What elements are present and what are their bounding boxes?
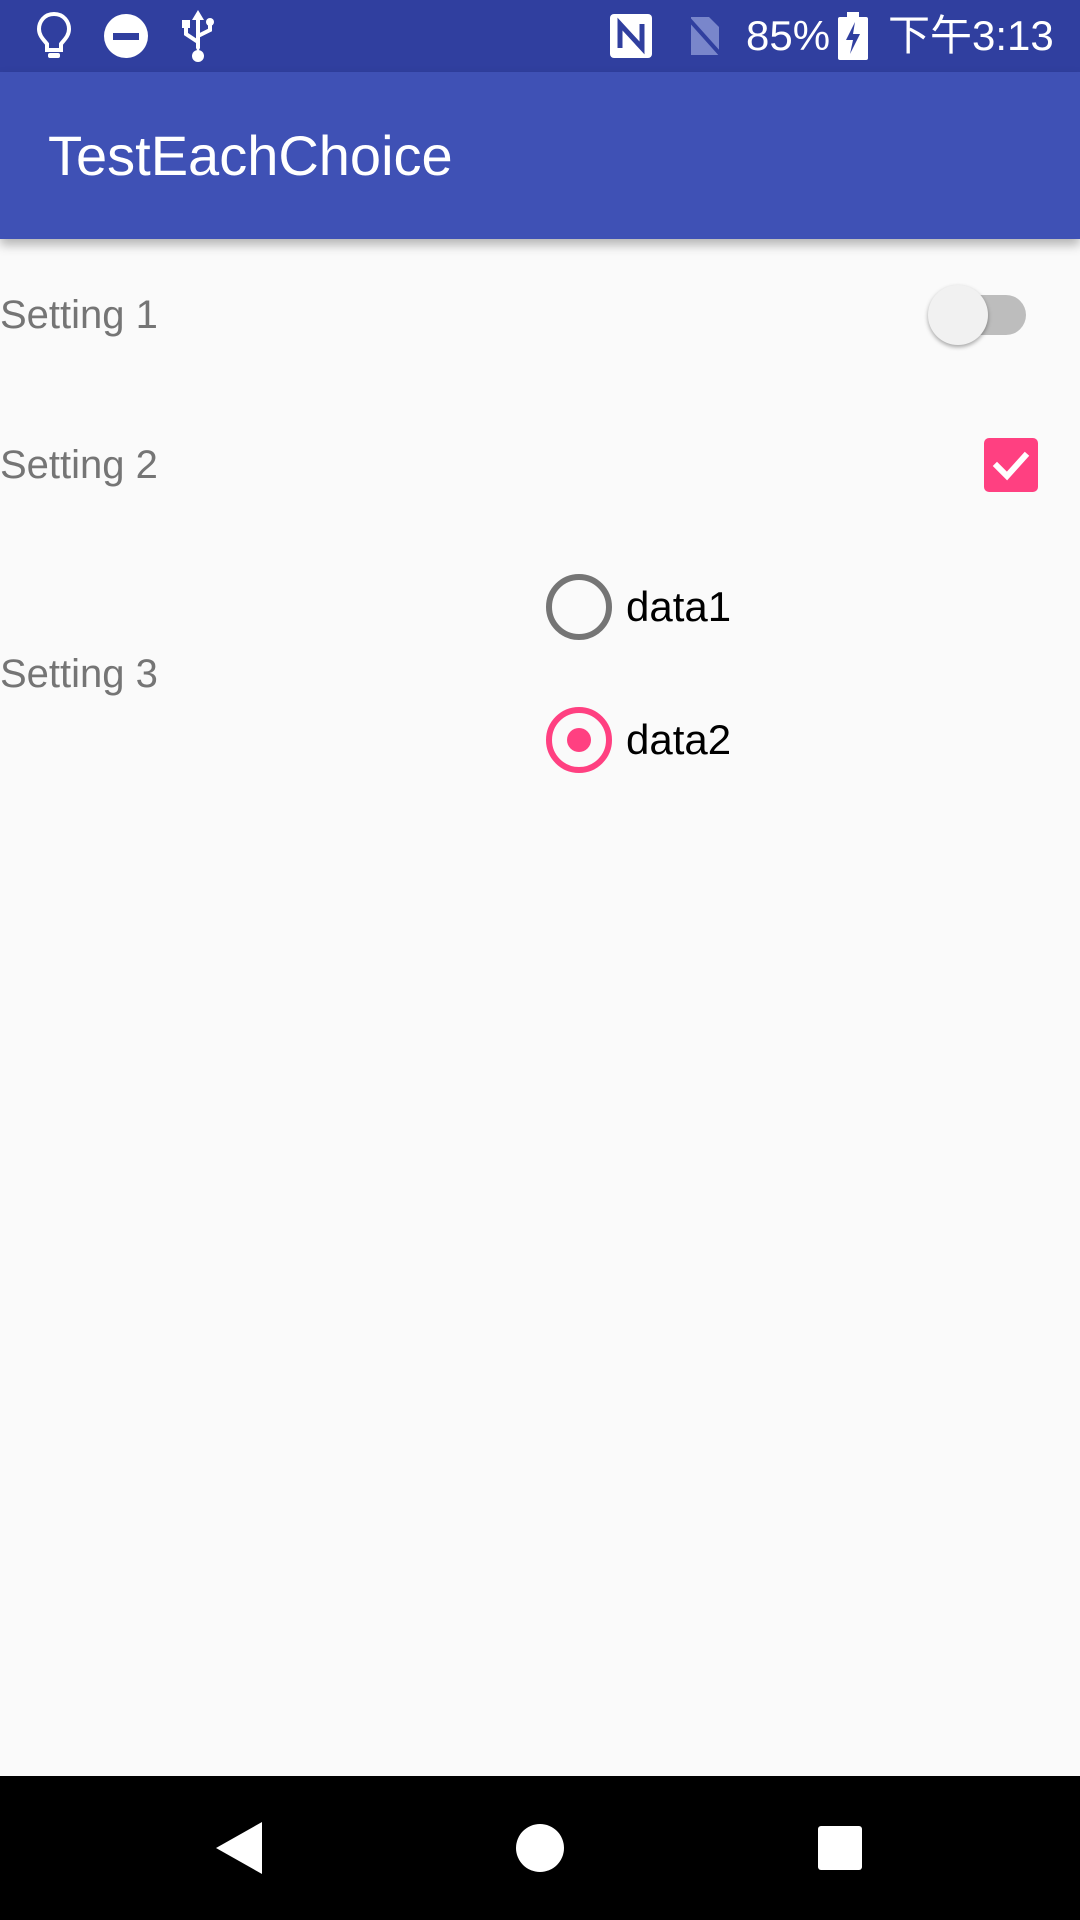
no-sim-icon [680,0,726,72]
battery-percentage: 85% [746,12,831,59]
radio-button-unchecked[interactable] [546,574,612,640]
recents-icon [818,1826,862,1870]
home-icon [516,1824,564,1872]
battery-charging-icon [836,0,870,72]
back-button[interactable] [168,1776,312,1920]
setting-2-checkbox[interactable] [984,438,1038,492]
app-bar: TestEachChoice [0,72,1080,239]
checkmark-icon [992,451,1030,481]
home-button[interactable] [468,1776,612,1920]
setting-2-label: Setting 2 [0,443,158,487]
usb-icon [172,0,224,72]
radio-option-label: data1 [626,583,732,630]
do-not-disturb-icon [100,0,152,72]
radio-option-label: data2 [626,716,732,763]
radio-dot [567,728,591,752]
clock: 下午3:13 [888,12,1054,59]
back-icon [216,1822,262,1874]
radio-button-checked[interactable] [546,707,612,773]
status-bar: 85% 下午3:13 [0,0,1080,72]
setting-1-label: Setting 1 [0,293,158,337]
setting-3-label: Setting 3 [0,652,158,696]
switch-thumb[interactable] [928,285,988,345]
lightbulb-icon [30,0,78,72]
navigation-bar [0,1776,1080,1920]
app-title: TestEachChoice [48,124,453,187]
nfc-icon [606,0,656,72]
recents-button[interactable] [768,1776,912,1920]
